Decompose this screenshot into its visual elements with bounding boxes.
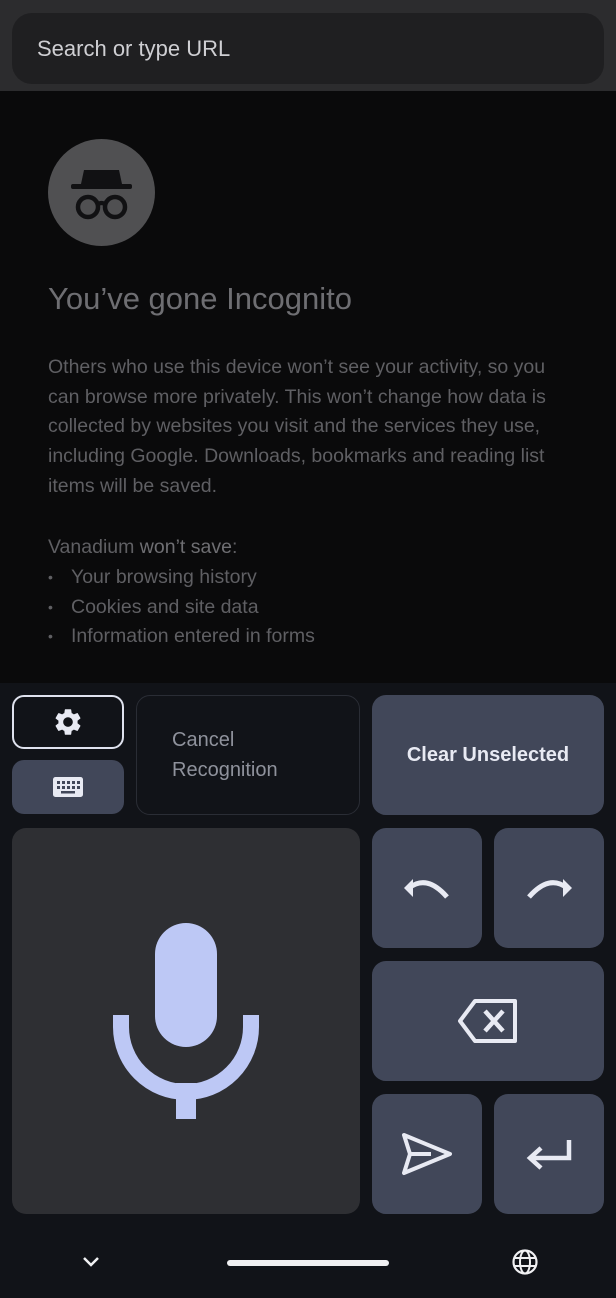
microphone-button[interactable] (12, 828, 360, 1214)
microphone-icon (113, 923, 259, 1119)
list-item: Information entered in forms (48, 622, 315, 652)
incognito-description: Others who use this device won’t see you… (48, 356, 546, 497)
redo-button[interactable] (494, 828, 604, 948)
omnibox[interactable]: Search or type URL (12, 13, 604, 84)
cancel-label-line2: Recognition (172, 759, 278, 781)
cancel-recognition-button[interactable]: Cancel Recognition (136, 695, 360, 815)
language-switch-button[interactable] (508, 1245, 542, 1279)
wont-save-heading: Vanadium won’t save: (48, 533, 237, 563)
enter-icon (526, 1140, 572, 1170)
cancel-label-line1: Cancel (172, 729, 235, 751)
browser-toolbar: Search or type URL (0, 0, 616, 91)
wont-save-prefix: Vanadium (48, 536, 135, 558)
globe-icon (512, 1249, 538, 1275)
cancel-recognition-label: Cancel Recognition (172, 725, 278, 785)
wont-save-list: Your browsing history Cookies and site d… (48, 563, 315, 652)
list-item: Your browsing history (48, 563, 315, 593)
keyboard-icon (53, 777, 83, 797)
backspace-icon (458, 999, 517, 1043)
switch-keyboard-button[interactable] (12, 760, 124, 814)
enter-button[interactable] (494, 1094, 604, 1214)
voice-input-keyboard: Cancel Recognition Clear Unselected (0, 683, 616, 1298)
wont-save-suffix: : (231, 536, 238, 558)
list-item: Cookies and site data (48, 593, 315, 623)
settings-button[interactable] (12, 695, 124, 749)
clear-unselected-button[interactable]: Clear Unselected (372, 695, 604, 815)
send-icon (402, 1133, 452, 1175)
send-button[interactable] (372, 1094, 482, 1214)
omnibox-placeholder: Search or type URL (37, 35, 231, 61)
gesture-navigation-handle[interactable] (227, 1260, 389, 1266)
collapse-keyboard-button[interactable] (74, 1245, 108, 1279)
incognito-title: You’ve gone Incognito (48, 281, 352, 316)
undo-button[interactable] (372, 828, 482, 948)
incognito-new-tab-page: You’ve gone Incognito Others who use thi… (0, 91, 616, 683)
clear-unselected-label: Clear Unselected (406, 743, 570, 766)
undo-icon (404, 879, 449, 899)
redo-icon (527, 879, 572, 899)
incognito-icon (48, 139, 155, 246)
gear-icon (55, 709, 81, 735)
wont-save-emphasis: won’t save (139, 536, 232, 558)
backspace-button[interactable] (372, 961, 604, 1081)
chevron-down-icon (83, 1257, 99, 1267)
